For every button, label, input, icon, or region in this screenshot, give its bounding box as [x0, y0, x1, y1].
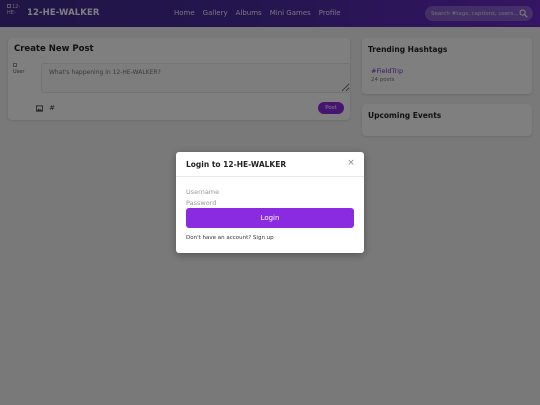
username-field[interactable] — [186, 187, 354, 196]
login-modal: Login to 12-HE-WALKER × Login Don't have… — [176, 152, 364, 253]
modal-header: Login to 12-HE-WALKER × — [176, 152, 364, 177]
modal-title: Login to 12-HE-WALKER — [186, 160, 287, 169]
signup-link[interactable]: Don't have an account? Sign up — [186, 235, 274, 241]
login-button[interactable]: Login — [186, 208, 354, 228]
close-icon[interactable]: × — [346, 158, 356, 168]
password-field[interactable] — [186, 198, 354, 207]
